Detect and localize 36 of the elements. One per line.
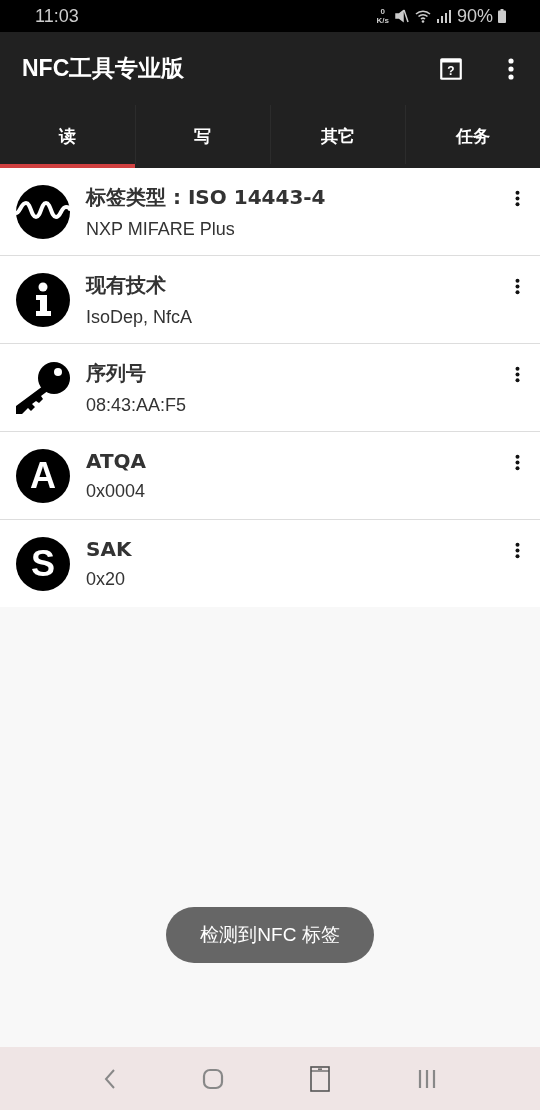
mute-icon bbox=[393, 8, 410, 24]
record-title: 序列号 bbox=[86, 359, 147, 387]
app-title: NFC工具专业版 bbox=[22, 54, 185, 83]
record-value: IsoDep, NfcA bbox=[86, 306, 194, 328]
record-title: 现有技术 bbox=[86, 271, 167, 299]
tab[interactable]: 任务 bbox=[405, 105, 540, 168]
more-icon bbox=[515, 542, 520, 559]
record-value: 0x0004 bbox=[86, 481, 147, 502]
tab[interactable]: 写 bbox=[135, 105, 270, 168]
record-value: 08:43:AA:F5 bbox=[86, 394, 188, 416]
record-value: NXP MIFARE Plus bbox=[86, 218, 236, 240]
wave-icon bbox=[16, 184, 70, 239]
key-icon bbox=[16, 360, 70, 415]
signal-icon bbox=[435, 8, 452, 24]
more-icon bbox=[515, 190, 520, 207]
toast-message: 检测到NFC 标签 bbox=[166, 907, 374, 963]
battery-level: 90% bbox=[456, 5, 493, 27]
panel-icon bbox=[308, 1065, 331, 1092]
record-value: 0x20 bbox=[86, 569, 127, 590]
more-icon bbox=[508, 57, 514, 80]
more-icon bbox=[515, 278, 520, 295]
record-title: SAK bbox=[86, 537, 133, 561]
more-icon bbox=[515, 454, 520, 471]
home-icon bbox=[201, 1067, 224, 1090]
more-icon bbox=[515, 366, 520, 383]
tab[interactable]: 其它 bbox=[270, 105, 405, 168]
battery-icon bbox=[498, 9, 506, 23]
record-title: ATQA bbox=[86, 449, 148, 473]
info-icon bbox=[16, 272, 70, 327]
letter-icon: S bbox=[16, 536, 70, 591]
letter-icon: A bbox=[16, 448, 70, 503]
status-time: 11:03 bbox=[35, 5, 79, 27]
record-title: 标签类型 : ISO 14443-4 bbox=[86, 183, 327, 211]
back-icon bbox=[102, 1067, 117, 1090]
wifi-icon bbox=[414, 8, 431, 24]
network-speed: 0 K/s bbox=[376, 7, 389, 25]
